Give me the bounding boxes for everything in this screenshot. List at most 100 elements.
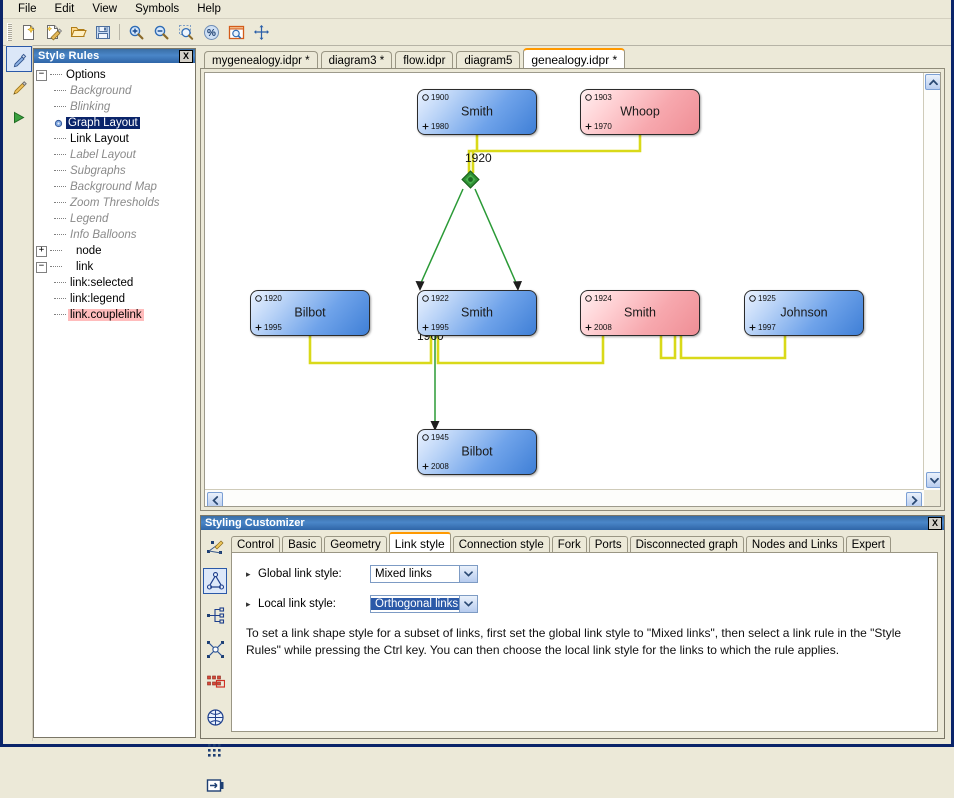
menu-item-view[interactable]: View xyxy=(83,2,126,16)
tab-genealogy[interactable]: genealogy.idpr * xyxy=(523,48,625,69)
graph-horizontal-scrollbar[interactable] xyxy=(205,489,924,506)
tree-item-blinking[interactable]: Blinking xyxy=(36,99,193,115)
tab-flow[interactable]: flow.idpr xyxy=(395,51,453,69)
expander-icon[interactable]: − xyxy=(36,70,47,81)
tree-item-node[interactable]: + node xyxy=(36,243,193,259)
expand-arrow-icon[interactable]: ▸ xyxy=(246,569,258,580)
graph-canvas[interactable]: 1920 1942 1960 1960 xyxy=(205,73,923,489)
graph-layout-icon[interactable] xyxy=(203,568,227,594)
chevron-right-icon[interactable] xyxy=(906,492,922,507)
run-play-icon[interactable] xyxy=(6,104,32,130)
subgraphs-icon[interactable] xyxy=(203,670,227,696)
tab-ports[interactable]: Ports xyxy=(589,536,628,553)
graph-vertical-scrollbar[interactable] xyxy=(923,73,940,490)
style-rules-title: Style Rules xyxy=(38,50,179,62)
styling-customizer-titlebar: Styling Customizer X xyxy=(201,516,944,530)
tree-item-label-layout[interactable]: Label Layout xyxy=(36,147,193,163)
tab-basic[interactable]: Basic xyxy=(282,536,322,553)
save-icon[interactable] xyxy=(91,20,115,44)
graph-node-whoop-1903[interactable]: 1903 Whoop 1970 xyxy=(580,89,700,135)
style-wand-icon[interactable] xyxy=(203,534,227,560)
tree-item-subgraphs[interactable]: Subgraphs xyxy=(36,163,193,179)
tab-control[interactable]: Control xyxy=(231,536,280,553)
tab-link-style[interactable]: Link style xyxy=(389,532,451,553)
tab-geometry[interactable]: Geometry xyxy=(324,536,387,553)
tree-item-options[interactable]: − Options xyxy=(36,67,193,83)
zoom-in-icon[interactable] xyxy=(124,20,148,44)
menu-item-edit[interactable]: Edit xyxy=(46,2,84,16)
tree-item-background-map[interactable]: Background Map xyxy=(36,179,193,195)
graph-node-bilbot-1920[interactable]: 1920 Bilbot 1995 xyxy=(250,290,370,336)
tree-item-zoom-thresholds[interactable]: Zoom Thresholds xyxy=(36,195,193,211)
select-tool-icon[interactable] xyxy=(6,46,32,72)
styling-customizer-panel: Styling Customizer X xyxy=(200,515,945,739)
tab-diagram5[interactable]: diagram5 xyxy=(456,51,520,69)
graph-node-johnson-1925[interactable]: 1925 Johnson 1997 xyxy=(744,290,864,336)
zoom-area-icon[interactable] xyxy=(174,20,198,44)
tree-connector xyxy=(54,282,66,284)
tab-mygenealogy[interactable]: mygenealogy.idpr * xyxy=(204,51,318,69)
couple-node-1920[interactable] xyxy=(461,170,480,189)
death-marker: 1970 xyxy=(585,122,612,131)
death-marker: 1997 xyxy=(749,323,776,332)
toolbar-grip[interactable] xyxy=(7,23,12,41)
edit-pencil-icon[interactable] xyxy=(6,75,32,101)
chevron-left-icon[interactable] xyxy=(207,492,223,507)
fit-to-window-icon[interactable] xyxy=(224,20,248,44)
legend-icon[interactable] xyxy=(203,772,227,798)
open-folder-icon[interactable] xyxy=(66,20,90,44)
graph-node-smith-1900[interactable]: 1900 Smith 1980 xyxy=(417,89,537,135)
tree-item-legend[interactable]: Legend xyxy=(36,211,193,227)
zoom-out-icon[interactable] xyxy=(149,20,173,44)
tree-item-link-couplelink[interactable]: link.couplelink xyxy=(36,307,193,323)
death-year: 1995 xyxy=(264,323,282,332)
styling-customizer-title: Styling Customizer xyxy=(205,517,928,529)
tree-item-background[interactable]: Background xyxy=(36,83,193,99)
new-wizard-icon[interactable] xyxy=(41,20,65,44)
chevron-up-icon[interactable] xyxy=(925,74,941,90)
tree-connector xyxy=(54,138,66,140)
tree-item-link[interactable]: − link xyxy=(36,259,193,275)
zoom-thresholds-icon[interactable] xyxy=(203,738,227,764)
local-link-style-value: Orthogonal links xyxy=(371,598,459,610)
menu-item-help[interactable]: Help xyxy=(188,2,230,16)
tab-diagram3[interactable]: diagram3 * xyxy=(321,51,393,69)
menu-item-symbols[interactable]: Symbols xyxy=(126,2,188,16)
tree-item-link-layout[interactable]: Link Layout xyxy=(36,131,193,147)
death-year: 2008 xyxy=(594,323,612,332)
tree-item-graph-layout[interactable]: Graph Layout xyxy=(36,115,193,131)
link-layout-icon[interactable] xyxy=(203,602,227,628)
tree-item-link-selected[interactable]: link:selected xyxy=(36,275,193,291)
death-marker: 1980 xyxy=(422,122,449,131)
tab-expert[interactable]: Expert xyxy=(846,536,891,553)
expand-arrow-icon[interactable]: ▸ xyxy=(246,599,258,610)
tab-disconnected-graph[interactable]: Disconnected graph xyxy=(630,536,744,553)
chevron-down-icon[interactable] xyxy=(459,596,477,612)
birth-marker: 1900 xyxy=(422,93,449,102)
close-icon[interactable]: X xyxy=(179,50,193,63)
expander-icon[interactable]: − xyxy=(36,262,47,273)
graph-node-bilbot-1945[interactable]: 1945 Bilbot 2008 xyxy=(417,429,537,475)
chevron-down-icon[interactable] xyxy=(926,472,941,488)
menu-item-file[interactable]: File xyxy=(9,2,46,16)
close-icon[interactable]: X xyxy=(928,517,942,530)
tab-fork[interactable]: Fork xyxy=(552,536,587,553)
expander-icon[interactable]: + xyxy=(36,246,47,257)
graph-node-smith-1922[interactable]: 1922 Smith 1995 xyxy=(417,290,537,336)
tree-item-link-legend[interactable]: link:legend xyxy=(36,291,193,307)
zoom-percent-icon[interactable]: % xyxy=(199,20,223,44)
pan-icon[interactable] xyxy=(249,20,273,44)
tab-nodes-and-links[interactable]: Nodes and Links xyxy=(746,536,844,553)
global-link-style-dropdown[interactable]: Mixed links xyxy=(370,565,478,583)
birth-year: 1920 xyxy=(264,294,282,303)
chevron-down-icon[interactable] xyxy=(459,566,477,582)
tree-item-info-balloons[interactable]: Info Balloons xyxy=(36,227,193,243)
local-link-style-dropdown[interactable]: Orthogonal links xyxy=(370,595,478,613)
background-map-icon[interactable] xyxy=(203,704,227,730)
tab-connection-style[interactable]: Connection style xyxy=(453,536,550,553)
graph-node-smith-1924[interactable]: 1924 Smith 2008 xyxy=(580,290,700,336)
label-layout-icon[interactable] xyxy=(203,636,227,662)
node-name: Bilbot xyxy=(418,444,536,458)
new-icon[interactable] xyxy=(16,20,40,44)
tree-connector xyxy=(54,234,66,236)
